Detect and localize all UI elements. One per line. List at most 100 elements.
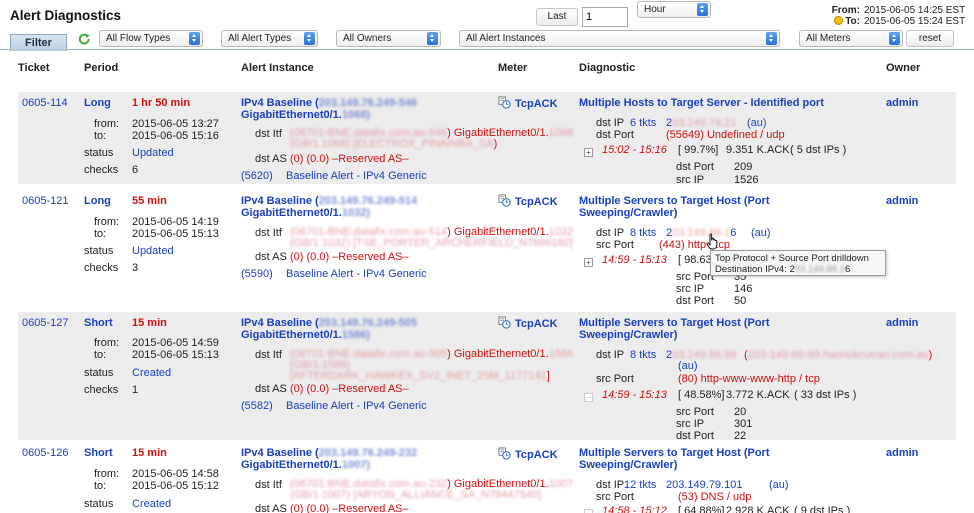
col-alert-instance[interactable]: Alert Instance	[241, 62, 314, 74]
redacted-id: 1032)	[341, 207, 370, 219]
ticket-link[interactable]: 0605-114	[22, 97, 68, 109]
au-link[interactable]: (au)	[747, 117, 767, 129]
col-period[interactable]: Period	[84, 62, 118, 74]
flow-types-select[interactable]: All Flow Types	[99, 30, 203, 47]
time-unit-select[interactable]: Hour	[637, 1, 711, 18]
au-link[interactable]: (au)	[769, 479, 789, 491]
diagnostic-title[interactable]: Multiple Servers to Target Host (Port Sw…	[579, 447, 770, 471]
to-label: to:	[94, 480, 107, 492]
meter-link[interactable]: TcpACK	[498, 96, 558, 110]
redacted-id: 1007	[548, 478, 574, 490]
baseline-link[interactable]: Baseline Alert - IPv4 Generic	[286, 400, 427, 412]
target-ip-link[interactable]: 203.149.79.21	[666, 117, 736, 129]
owner-link[interactable]: admin	[886, 317, 918, 329]
alert-instance-title[interactable]: IPv4 Baseline (203.149.76.249-232 Gigabi…	[241, 447, 417, 471]
meter-link[interactable]: TcpACK	[498, 194, 558, 208]
select-arrows-icon	[697, 3, 708, 16]
status-label: status	[84, 367, 114, 379]
status-value[interactable]: Created	[132, 367, 171, 379]
reset-button[interactable]: reset	[906, 30, 954, 47]
src-port-head: (443) http	[659, 239, 707, 251]
owner-link[interactable]: admin	[886, 447, 918, 459]
baseline-id: (5590)	[241, 268, 273, 280]
sub-label: src Port	[676, 406, 714, 418]
target-ip-link[interactable]: 203.149.79.101	[666, 479, 742, 491]
target-ip-link[interactable]: 203.149.86.99	[666, 349, 736, 361]
status-value[interactable]: Created	[132, 498, 171, 510]
collapse-toggle[interactable]: −	[584, 507, 597, 513]
owner-link[interactable]: admin	[886, 97, 918, 109]
col-owner[interactable]: Owner	[886, 62, 920, 74]
table-row: 0605-127 Short 15 min from: 2015-06-05 1…	[18, 312, 956, 442]
filter-bar: Filter All Flow Types All Alert Types Al…	[0, 29, 974, 51]
last-value-input[interactable]	[582, 7, 628, 27]
tickets-link[interactable]: 6 tkts	[630, 117, 656, 129]
period-duration: 15 min	[132, 317, 167, 329]
diagnostic-title[interactable]: Multiple Servers to Target Host (Port Sw…	[579, 317, 770, 341]
sub-label: src Port	[676, 271, 714, 283]
filter-tab[interactable]: Filter	[10, 34, 67, 51]
col-meter[interactable]: Meter	[498, 62, 527, 74]
dst-as-value: (0) (0.0) –Reserved AS–	[290, 153, 409, 165]
inst-title-a: IPv4 Baseline (	[241, 317, 319, 329]
sub-value: 22	[734, 430, 747, 442]
dst-as-label: dst AS	[255, 503, 287, 513]
target-ip-link[interactable]: 203.149.88.16	[666, 227, 736, 239]
col-diagnostic[interactable]: Diagnostic	[579, 62, 635, 74]
time-window: 14:58 - 15:12	[602, 505, 667, 513]
src-port-label: src Port	[596, 373, 634, 385]
alert-instance-title[interactable]: IPv4 Baseline (203.149.76.249-514 Gigabi…	[241, 195, 417, 219]
from-label: from:	[94, 337, 120, 349]
table-header: Ticket Period Alert Instance Meter Diagn…	[0, 62, 974, 78]
status-value[interactable]: Updated	[132, 245, 174, 257]
alert-instance-title[interactable]: IPv4 Baseline (203.149.76.249-505 Gigabi…	[241, 317, 417, 341]
meter-link[interactable]: TcpACK	[498, 447, 558, 461]
sub-value: 20	[734, 406, 747, 418]
baseline-link[interactable]: Baseline Alert - IPv4 Generic	[286, 170, 427, 182]
sub-label: dst Port	[676, 430, 714, 442]
redacted-ip: 203.149.76.249-232	[318, 447, 418, 459]
owners-select[interactable]: All Owners	[336, 30, 441, 47]
alert-types-select[interactable]: All Alert Types	[221, 30, 318, 47]
hand-cursor-icon	[706, 233, 718, 250]
expand-toggle[interactable]: +	[584, 256, 597, 268]
meter-icon	[498, 316, 511, 329]
au-link[interactable]: (au)	[751, 227, 771, 239]
refresh-icon[interactable]	[78, 33, 91, 46]
to-value: 2015-06-05 15:16	[132, 130, 219, 142]
owner-link[interactable]: admin	[886, 195, 918, 207]
status-value[interactable]: Updated	[132, 147, 174, 159]
dst-as-value: (0) (0.0) –Reserved AS–	[290, 503, 409, 513]
alert-instance-title[interactable]: IPv4 Baseline (203.149.76.249-546 Gigabi…	[241, 97, 417, 121]
collapse-toggle[interactable]: −	[584, 391, 597, 403]
tickets-link[interactable]: 12 tkts	[624, 479, 656, 491]
owners-value: All Owners	[343, 33, 392, 44]
to-time-label: To:	[845, 16, 860, 27]
table-row: 0605-126 Short 15 min from: 2015-06-05 1…	[18, 443, 956, 513]
time-window: 15:02 - 15:16	[602, 144, 667, 156]
ticket-link[interactable]: 0605-127	[22, 317, 69, 329]
au-link[interactable]: (au)	[678, 360, 698, 372]
meter-link[interactable]: TcpACK	[498, 316, 558, 330]
alert-instances-select[interactable]: All Alert Instances	[459, 30, 780, 47]
redacted-ip: 203.149.76.249-505	[318, 317, 418, 329]
diagnostic-title[interactable]: Multiple Servers to Target Host (Port Sw…	[579, 195, 770, 219]
to-label: to:	[94, 130, 107, 142]
expand-toggle[interactable]: +	[584, 146, 597, 158]
time-range-labels: From: To:	[812, 5, 860, 27]
diag-title-line1: Multiple Servers to Target Host (Port	[579, 195, 770, 207]
tickets-link[interactable]: 8 tkts	[630, 349, 656, 361]
baseline-link[interactable]: Baseline Alert - IPv4 Generic	[286, 268, 427, 280]
diagnostic-title[interactable]: Multiple Hosts to Target Server - Identi…	[579, 97, 824, 109]
drilldown-tooltip: Top Protocol + Source Port drilldown Des…	[710, 250, 886, 276]
col-ticket[interactable]: Ticket	[18, 62, 50, 74]
redacted-desc: (GB/1.1032) [TSE_PORTER_ARCHERFIELD_N786…	[290, 237, 573, 249]
ticket-link[interactable]: 0605-126	[22, 447, 69, 459]
dst-itf-value: (08701-BNE.datafix.com.au-514) GigabitEt…	[290, 227, 573, 249]
itf-tail: ]	[546, 370, 550, 382]
select-arrows-icon	[889, 32, 900, 45]
ticket-link[interactable]: 0605-121	[22, 195, 69, 207]
from-time-value: 2015-06-05 14:25 EST	[864, 5, 966, 16]
meters-select[interactable]: All Meters	[799, 30, 903, 47]
tickets-link[interactable]: 8 tkts	[630, 227, 656, 239]
